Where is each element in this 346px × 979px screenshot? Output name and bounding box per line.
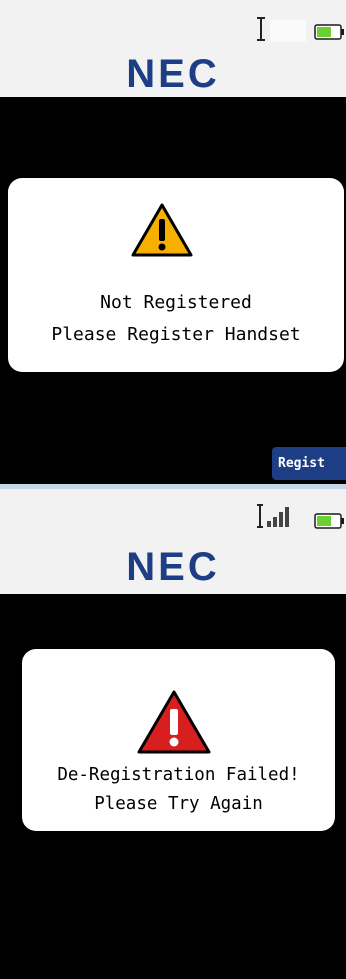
brand-logo: NEC — [126, 545, 220, 589]
status-bar: NEC — [0, 0, 346, 97]
alert-title: De-Registration Failed! — [57, 765, 300, 785]
handset-screen-not-registered: NEC Not Registered Please Register Hands… — [0, 0, 346, 484]
brand-logo: NEC — [126, 52, 220, 96]
battery-low-icon — [314, 513, 344, 529]
signal-none-icon — [257, 17, 306, 42]
handset-screen-deregistration-failed: NEC De-Registration Failed! Please Try A… — [0, 489, 346, 979]
status-bar: NEC — [0, 489, 346, 594]
error-icon — [137, 690, 211, 754]
alert-dialog: Not Registered Please Register Handset — [8, 178, 344, 372]
alert-title: Not Registered — [100, 292, 252, 313]
signal-strength-icon — [257, 504, 289, 528]
battery-low-icon — [314, 24, 344, 40]
alert-message: Please Register Handset — [51, 324, 301, 345]
alert-dialog: De-Registration Failed! Please Try Again — [22, 649, 335, 831]
warning-icon — [131, 203, 193, 257]
register-softkey[interactable]: Regist — [272, 447, 346, 480]
alert-message: Please Try Again — [94, 794, 263, 814]
